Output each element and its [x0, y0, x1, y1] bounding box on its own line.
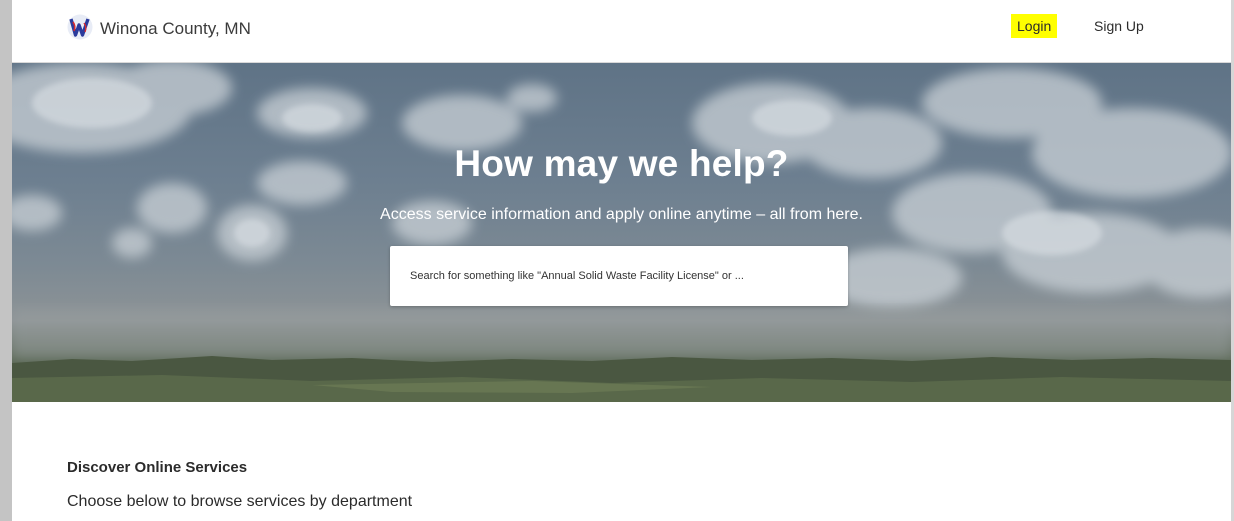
hero-title: How may we help?	[454, 143, 789, 184]
discover-services-heading: Discover Online Services	[67, 459, 248, 476]
service-search-input[interactable]	[390, 246, 848, 306]
discover-services-subtitle: Choose below to browse services by depar…	[67, 493, 413, 510]
sky-landscape-background	[12, 63, 1231, 402]
signup-link[interactable]: Sign Up	[1094, 14, 1144, 38]
winona-county-logo-icon[interactable]	[67, 14, 93, 40]
hero-subtitle: Access service information and apply onl…	[380, 206, 863, 223]
site-header: Winona County, MN Login Sign Up	[12, 0, 1231, 63]
site-name[interactable]: Winona County, MN	[100, 19, 251, 39]
page: Winona County, MN Login Sign Up How may …	[12, 0, 1231, 521]
hero-banner: How may we help? Access service informat…	[12, 63, 1231, 402]
login-link[interactable]: Login	[1011, 14, 1058, 38]
